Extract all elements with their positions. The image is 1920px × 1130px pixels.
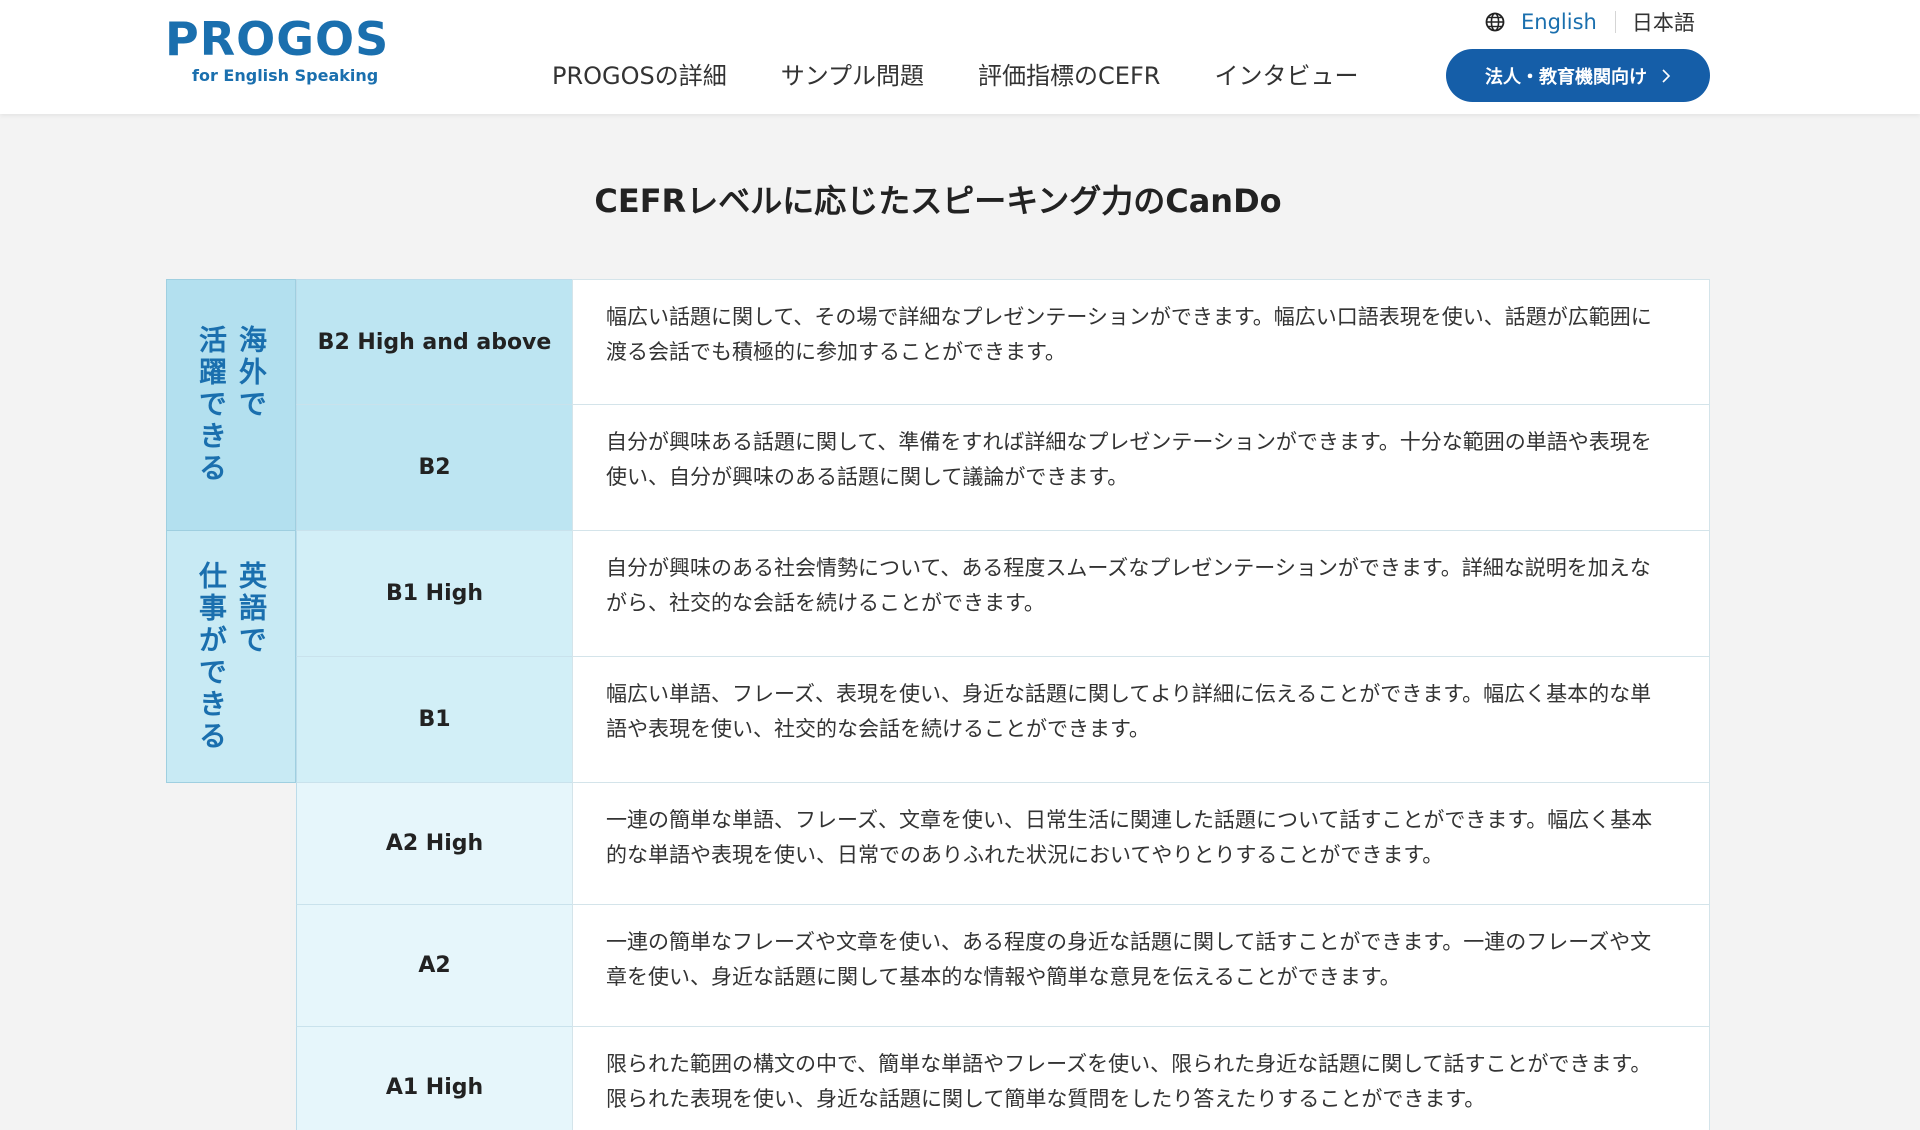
cefr-cando-table: 海外で 活躍できる 英語で 仕事ができる B2 High and above 幅…	[166, 279, 1710, 1130]
page-title: CEFRレベルに応じたスピーキング力のCanDo	[594, 182, 1282, 220]
corporate-education-button[interactable]: 法人・教育機関向け	[1446, 49, 1710, 102]
description-cell: 幅広い単語、フレーズ、表現を使い、身近な話題に関してより詳細に伝えることができま…	[572, 657, 1710, 783]
group-label-overseas: 海外で 活躍できる	[195, 325, 268, 485]
chevron-right-icon	[1661, 68, 1671, 84]
level-cell: B2 High and above	[296, 279, 572, 405]
table-row: A1 High 限られた範囲の構文の中で、簡単な単語やフレーズを使い、限られた身…	[296, 1027, 1710, 1130]
main-nav: PROGOSの詳細 サンプル問題 評価指標のCEFR インタビュー	[552, 56, 1412, 91]
description-cell: 一連の簡単なフレーズや文章を使い、ある程度の身近な話題に関して話すことができます…	[572, 905, 1710, 1027]
nav-progos-details[interactable]: PROGOSの詳細	[552, 56, 727, 91]
table-row: B2 自分が興味ある話題に関して、準備をすれば詳細なプレゼンテーションができます…	[296, 405, 1710, 531]
level-cell: A2	[296, 905, 572, 1027]
level-cell: B1 High	[296, 531, 572, 657]
group-overseas: 海外で 活躍できる	[166, 279, 296, 531]
nav-sample-questions[interactable]: サンプル問題	[781, 56, 924, 91]
description-cell: 自分が興味ある話題に関して、準備をすれば詳細なプレゼンテーションができます。十分…	[572, 405, 1710, 531]
level-cell: B1	[296, 657, 572, 783]
logo-main-text: PROGOS	[165, 12, 390, 66]
level-cell: A1 High	[296, 1027, 572, 1130]
globe-icon	[1485, 12, 1505, 32]
description-cell: 一連の簡単な単語、フレーズ、文章を使い、日常生活に関連した話題について話すことが…	[572, 783, 1710, 905]
language-english-link[interactable]: English	[1521, 10, 1597, 34]
site-header: PROGOS for English Speaking English 日本語 …	[0, 0, 1920, 114]
group-work-in-english: 英語で 仕事ができる	[166, 531, 296, 783]
table-row: B1 High 自分が興味のある社会情勢について、ある程度スムーズなプレゼンテー…	[296, 531, 1710, 657]
language-japanese-link[interactable]: 日本語	[1632, 7, 1695, 37]
cta-label: 法人・教育機関向け	[1485, 66, 1647, 88]
level-cell: A2 High	[296, 783, 572, 905]
description-cell: 自分が興味のある社会情勢について、ある程度スムーズなプレゼンテーションができます…	[572, 531, 1710, 657]
language-divider	[1614, 11, 1616, 33]
language-switcher: English 日本語	[1485, 7, 1695, 37]
level-cell: B2	[296, 405, 572, 531]
nav-cefr[interactable]: 評価指標のCEFR	[978, 56, 1160, 91]
description-cell: 限られた範囲の構文の中で、簡単な単語やフレーズを使い、限られた身近な話題に関して…	[572, 1027, 1710, 1130]
table-row: A2 High 一連の簡単な単語、フレーズ、文章を使い、日常生活に関連した話題に…	[296, 783, 1710, 905]
progos-logo[interactable]: PROGOS for English Speaking	[165, 16, 395, 85]
group-label-work: 英語で 仕事ができる	[195, 560, 268, 753]
table-row: B1 幅広い単語、フレーズ、表現を使い、身近な話題に関してより詳細に伝えることが…	[296, 657, 1710, 783]
logo-sub-text: for English Speaking	[192, 66, 379, 85]
description-cell: 幅広い話題に関して、その場で詳細なプレゼンテーションができます。幅広い口語表現を…	[572, 279, 1710, 405]
table-row: A2 一連の簡単なフレーズや文章を使い、ある程度の身近な話題に関して話すことがで…	[296, 905, 1710, 1027]
nav-interview[interactable]: インタビュー	[1214, 56, 1358, 91]
table-row: B2 High and above 幅広い話題に関して、その場で詳細なプレゼンテ…	[296, 279, 1710, 405]
